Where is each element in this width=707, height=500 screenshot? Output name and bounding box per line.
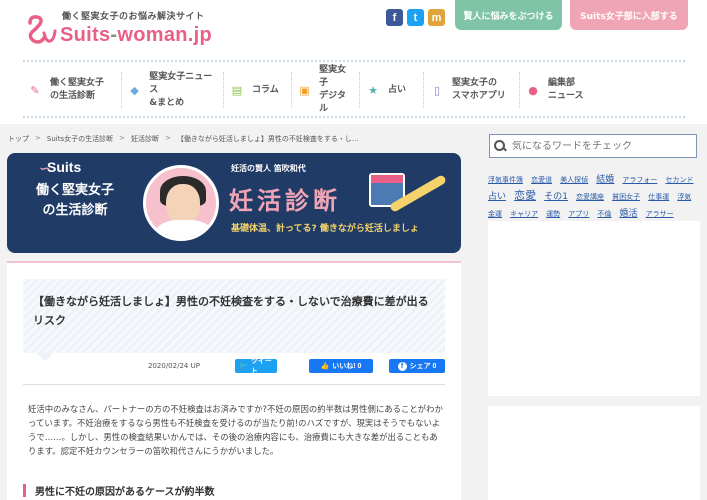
tag-link[interactable]: 恋愛 bbox=[514, 189, 536, 202]
tag-link[interactable]: アプリ bbox=[568, 210, 589, 218]
breadcrumb-separator: > bbox=[35, 134, 41, 142]
consult-button[interactable]: 賢人に悩みをぶつける bbox=[455, 0, 562, 30]
banner-line1: 働く堅実女子 bbox=[35, 183, 114, 198]
site-header: 働く堅実女子のお悩み解決サイト Suits-woman.jp f t m 賢人に… bbox=[0, 0, 707, 124]
breadcrumb-item[interactable]: 妊活診断 bbox=[131, 134, 159, 144]
search-icon bbox=[494, 140, 506, 152]
nav-item[interactable]: ✎ 働く堅実女子 の生活診断 bbox=[22, 72, 122, 108]
logo-mark-icon bbox=[28, 15, 57, 44]
search-box[interactable] bbox=[489, 134, 697, 158]
search-input[interactable] bbox=[512, 140, 692, 152]
tag-link[interactable]: 婚活 bbox=[619, 209, 637, 219]
breadcrumb-current: 【働きながら妊活しましょ】男性の不妊検査をする・し... bbox=[176, 135, 359, 143]
star-icon: ★ bbox=[368, 83, 378, 97]
article-lead: 妊活中のみなさん、パートナーの方の不妊検査はお済みですか?不妊の原因の約半数は男… bbox=[28, 404, 443, 456]
breadcrumb-separator: > bbox=[164, 134, 171, 142]
like-button[interactable]: 👍 いいね! 0 bbox=[309, 359, 373, 373]
section-heading: 男性に不妊の原因があるケースが約半数 bbox=[23, 481, 445, 499]
divider bbox=[23, 60, 685, 62]
breadcrumb-separator: > bbox=[119, 134, 125, 142]
clipboard-icon: ✎ bbox=[30, 83, 40, 97]
banner-line2: の生活診断 bbox=[42, 203, 108, 218]
share-button[interactable]: f シェア 0 bbox=[389, 359, 445, 373]
tag-link[interactable]: 仕事運 bbox=[648, 193, 669, 201]
facebook-icon: f bbox=[397, 361, 407, 371]
sidebar-ad bbox=[488, 221, 700, 396]
tag-link[interactable]: アラフォー bbox=[622, 176, 657, 184]
heading-accent bbox=[23, 483, 26, 497]
nav-label: 堅実女子の スマホアプリ bbox=[452, 78, 506, 101]
social-links: f t m bbox=[386, 9, 445, 26]
tag-icon: ◆ bbox=[130, 83, 139, 97]
logo-tagline: 働く堅実女子のお悩み解決サイト bbox=[62, 12, 205, 22]
chat-icon: ● bbox=[528, 83, 538, 97]
nav-label: コラム bbox=[252, 84, 279, 95]
bag-icon: ▣ bbox=[299, 83, 310, 97]
portrait-body bbox=[156, 220, 212, 238]
banner-brand: Suits bbox=[47, 159, 82, 175]
logo-wordmark: Suits-woman.jp bbox=[60, 24, 213, 46]
nav-item[interactable]: ● 編集部 ニュース bbox=[520, 72, 608, 108]
divider bbox=[23, 384, 445, 385]
tag-link[interactable]: 占い bbox=[488, 192, 506, 202]
banner-tagline: 基礎体温、計ってる? 働きながら妊活しましょ bbox=[231, 224, 419, 234]
nav-item[interactable]: ▯ 堅実女子の スマホアプリ bbox=[424, 72, 520, 108]
nav-label: 働く堅実女子 の生活診断 bbox=[50, 78, 105, 101]
tag-link[interactable]: 浮気事件簿 bbox=[488, 176, 523, 184]
tag-link[interactable]: その1 bbox=[544, 192, 568, 202]
tag-link[interactable]: 金運 bbox=[488, 210, 502, 218]
nav-item[interactable]: ◆ 堅実女子ニュース &まとめ bbox=[122, 72, 224, 108]
nav-item[interactable]: ▣ 堅実女子 デジタル bbox=[292, 65, 360, 114]
tag-link[interactable]: キャリア bbox=[510, 210, 538, 218]
facebook-icon[interactable]: f bbox=[386, 9, 403, 26]
section-heading-text: 男性に不妊の原因があるケースが約半数 bbox=[35, 486, 215, 498]
tag-link[interactable]: 美人探偵 bbox=[560, 176, 588, 184]
portrait-face bbox=[166, 184, 200, 224]
nav-item[interactable]: ★ 占い bbox=[360, 72, 424, 108]
nav-label: 占い bbox=[388, 84, 407, 95]
tag-link[interactable]: 運勢 bbox=[546, 210, 560, 218]
nav-label: 堅実女子 デジタル bbox=[319, 65, 347, 114]
thumbs-up-icon: 👍 bbox=[320, 363, 330, 370]
nav-item[interactable]: ▤ コラム bbox=[224, 72, 292, 108]
article-title: 【働きながら妊活しましょ】男性の不妊検査をする・しないで治療費に差が出るリスク bbox=[33, 295, 429, 327]
tag-link[interactable]: セカンド bbox=[665, 176, 693, 184]
nav-label: 編集部 ニュース bbox=[548, 78, 584, 101]
tag-link[interactable]: 貧困女子 bbox=[612, 193, 640, 201]
article-title-box: 【働きながら妊活しましょ】男性の不妊検査をする・しないで治療費に差が出るリスク bbox=[23, 279, 445, 361]
breadcrumb: トップ > Suits女子の生活診断 > 妊活診断 > 【働きながら妊活しましょ… bbox=[8, 134, 359, 144]
smartphone-icon: ▯ bbox=[433, 83, 441, 97]
tweet-button[interactable]: 🐦 ツイート bbox=[235, 358, 277, 375]
brand-mark-icon: ∽ bbox=[39, 161, 51, 177]
book-icon: ▤ bbox=[231, 83, 243, 97]
sidebar-ad bbox=[488, 406, 700, 500]
nav-label: 堅実女子ニュース &まとめ bbox=[149, 71, 213, 108]
banner-subtitle: 妊活の賢人 笛吹和代 bbox=[231, 164, 306, 173]
banner-title: 妊活診断 bbox=[229, 187, 341, 215]
twitter-icon: 🐦 bbox=[239, 363, 248, 370]
join-button[interactable]: Suits女子部に入部する bbox=[570, 0, 688, 30]
banner-brand-block: ∽ Suits 働く堅実女子 の生活診断 bbox=[15, 159, 135, 247]
main-nav: ✎ 働く堅実女子 の生活診断 ◆ 堅実女子ニュース &まとめ ▤ コラム ▣ 堅実女子 デジタ… bbox=[22, 65, 688, 114]
breadcrumb-item[interactable]: トップ bbox=[8, 134, 29, 144]
tag-link[interactable]: 結婚 bbox=[596, 175, 614, 185]
mail-icon[interactable]: m bbox=[428, 9, 445, 26]
like-label: いいね! 0 bbox=[332, 363, 362, 370]
tweet-label: ツイート bbox=[250, 358, 272, 375]
twitter-icon[interactable]: t bbox=[407, 9, 424, 26]
tag-link[interactable]: 浮気 bbox=[677, 193, 691, 201]
tag-link[interactable]: 恋愛講座 bbox=[576, 193, 604, 201]
tag-link[interactable]: アラサー bbox=[646, 210, 674, 218]
article-date: 2020/02/24 UP bbox=[148, 362, 200, 370]
breadcrumb-item[interactable]: Suits女子の生活診断 bbox=[47, 134, 113, 144]
site-logo[interactable]: 働く堅実女子のお悩み解決サイト Suits-woman.jp bbox=[26, 11, 212, 47]
divider bbox=[23, 116, 685, 118]
tag-link[interactable]: 恋愛道 bbox=[531, 176, 552, 184]
tag-link[interactable]: 不倫 bbox=[597, 210, 611, 218]
share-label: シェア 0 bbox=[409, 363, 437, 370]
expert-portrait bbox=[143, 165, 219, 241]
diagnosis-banner[interactable]: ∽ Suits 働く堅実女子 の生活診断 妊活の賢人 笛吹和代 妊活診断 基礎体… bbox=[7, 153, 461, 253]
tag-cloud: 浮気事件簿 恋愛道 美人探偵 結婚 アラフォー セカンド 占い 恋愛 その1 恋… bbox=[488, 170, 700, 221]
